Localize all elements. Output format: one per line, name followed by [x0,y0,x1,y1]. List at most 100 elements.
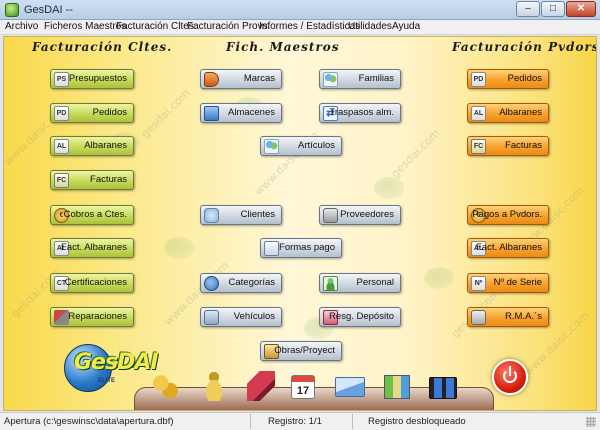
watermark: gesdai.com [138,86,193,141]
formas-pago-button[interactable]: Formas pago [260,238,342,258]
menu-ayuda[interactable]: Ayuda [392,21,420,32]
button-label: Presupuestos [68,73,127,84]
logo-text: GesDAI [74,350,159,375]
button-label: Facturas [90,174,127,185]
marcas-button[interactable]: Marcas [200,69,282,89]
serial-number-icon: Nº [471,276,486,291]
person-icon [323,276,338,291]
menu-facturacion-cltes[interactable]: Facturación Cltes. [116,21,197,32]
button-label: Certificaciones [64,277,127,288]
document-icon: PD [54,106,69,121]
section-facturacion-clientes: Facturación Cltes. [32,40,173,54]
button-label: Obras/Proyect [274,345,335,356]
pagos-proveedores-button[interactable]: € Pagos a Pvdors. [467,205,549,225]
button-label: Proveedores [340,209,394,220]
fact-albaranes-clientes-button[interactable]: AL Fact. Albaranes [50,238,134,258]
status-bar: Apertura (c:\geswinsc\data\apertura.dbf)… [0,412,600,430]
resize-grip[interactable] [586,417,596,427]
button-label: Almacenes [228,107,275,118]
document-icon: PS [54,72,69,87]
button-label: Pagos a Pvdors. [472,209,542,220]
proveedores-button[interactable]: Proveedores [319,205,401,225]
clientes-button[interactable]: Clientes [200,205,282,225]
warehouse-icon [204,106,219,121]
presupuestos-clientes-button[interactable]: PS Presupuestos [50,69,134,89]
window-title: GesDAI -- [24,4,73,16]
minimize-button[interactable]: – [516,1,540,17]
button-label: Familias [358,73,394,84]
credit-card-icon [264,241,279,256]
traspasos-almacen-button[interactable]: ⇄ Traspasos alm. [319,103,401,123]
close-button[interactable]: ✕ [566,1,596,17]
invoice-icon: FC [54,173,69,188]
status-apertura: Apertura (c:\geswinsc\data\apertura.dbf) [4,416,174,427]
almacenes-button[interactable]: Almacenes [200,103,282,123]
pedidos-clientes-button[interactable]: PD Pedidos [50,103,134,123]
status-separator [250,414,251,429]
watermark-logo [374,177,404,199]
video-icon[interactable] [429,377,457,399]
button-label: Reparaciones [68,311,127,322]
button-label: Categorías [228,277,275,288]
obras-proyectos-button[interactable]: Obras/Proyect [260,341,342,361]
supplier-icon [323,208,338,223]
button-label: R.M.A.´s [505,311,542,322]
handshake-icon [204,208,219,223]
menu-bar: Archivo Ficheros Maestros Facturación Cl… [0,20,600,35]
document-icon: PD [471,72,486,87]
status-separator [352,414,353,429]
menu-informes[interactable]: Informes / Estadísticas [259,21,360,32]
main-panel: www.daisc.com gesdai.com www.daisc.com g… [3,36,597,411]
button-label: Fact. Albaranes [475,242,542,253]
button-label: Personal [356,277,395,288]
button-label: Marcas [243,73,275,84]
articles-icon [264,139,279,154]
reparaciones-button[interactable]: Reparaciones [50,307,134,327]
cart-icon [471,310,486,325]
albaranes-clientes-button[interactable]: AL Albaranes [50,136,134,156]
menu-utilidades[interactable]: Utilidades [348,21,392,32]
calendar-icon[interactable]: 17 [291,375,315,399]
categorias-button[interactable]: Categorías [200,273,282,293]
button-label: Cobros a Ctes. [63,209,127,220]
button-label: Formas pago [279,242,335,253]
menu-facturacion-provs[interactable]: Facturación Provs. [187,21,270,32]
personal-button[interactable]: Personal [319,273,401,293]
mail-icon[interactable] [335,377,365,397]
power-icon-bar [509,366,511,376]
title-bar: GesDAI -- – □ ✕ [0,0,600,20]
numero-serie-button[interactable]: Nº Nº de Serie [467,273,549,293]
power-exit-button[interactable] [492,359,528,395]
status-bloqueo: Registro desbloqueado [368,416,466,427]
articulos-button[interactable]: Artículos [260,136,342,156]
pedidos-proveedores-button[interactable]: PD Pedidos [467,69,549,89]
rma-button[interactable]: R.M.A.´s [467,307,549,327]
fact-albaranes-proveedores-button[interactable]: AL Fact. Albaranes [467,238,549,258]
settings-gears-icon[interactable] [151,371,179,401]
vehiculos-button[interactable]: Vehículos [200,307,282,327]
familias-button[interactable]: Familias [319,69,401,89]
resguardo-deposito-button[interactable]: Resg. Depósito [319,307,401,327]
maximize-button[interactable]: □ [541,1,565,17]
certificaciones-button[interactable]: CT Certificaciones [50,273,134,293]
invoice-icon: FC [471,139,486,154]
gesdai-logo: GesDAI ELITE [64,344,159,394]
menu-archivo[interactable]: Archivo [5,21,38,32]
facturas-clientes-button[interactable]: FC Facturas [50,170,134,190]
section-ficheros-maestros: Fich. Maestros [226,40,340,54]
cobros-clientes-button[interactable]: € Cobros a Ctes. [50,205,134,225]
eraser-icon[interactable] [247,371,275,401]
bell-icon[interactable] [200,371,228,401]
button-label: Fact. Albaranes [60,242,127,253]
menu-ficheros-maestros[interactable]: Ficheros Maestros [44,21,126,32]
button-label: Facturas [505,140,542,151]
albaranes-proveedores-button[interactable]: AL Albaranes [467,103,549,123]
button-label: Artículos [298,140,335,151]
map-icon[interactable] [384,375,410,399]
vehicle-icon [204,310,219,325]
button-label: Pedidos [507,73,542,84]
watermark: gesdai.com [388,126,443,181]
button-label: Clientes [240,209,275,220]
facturas-proveedores-button[interactable]: FC Facturas [467,136,549,156]
watermark-logo [164,237,194,259]
